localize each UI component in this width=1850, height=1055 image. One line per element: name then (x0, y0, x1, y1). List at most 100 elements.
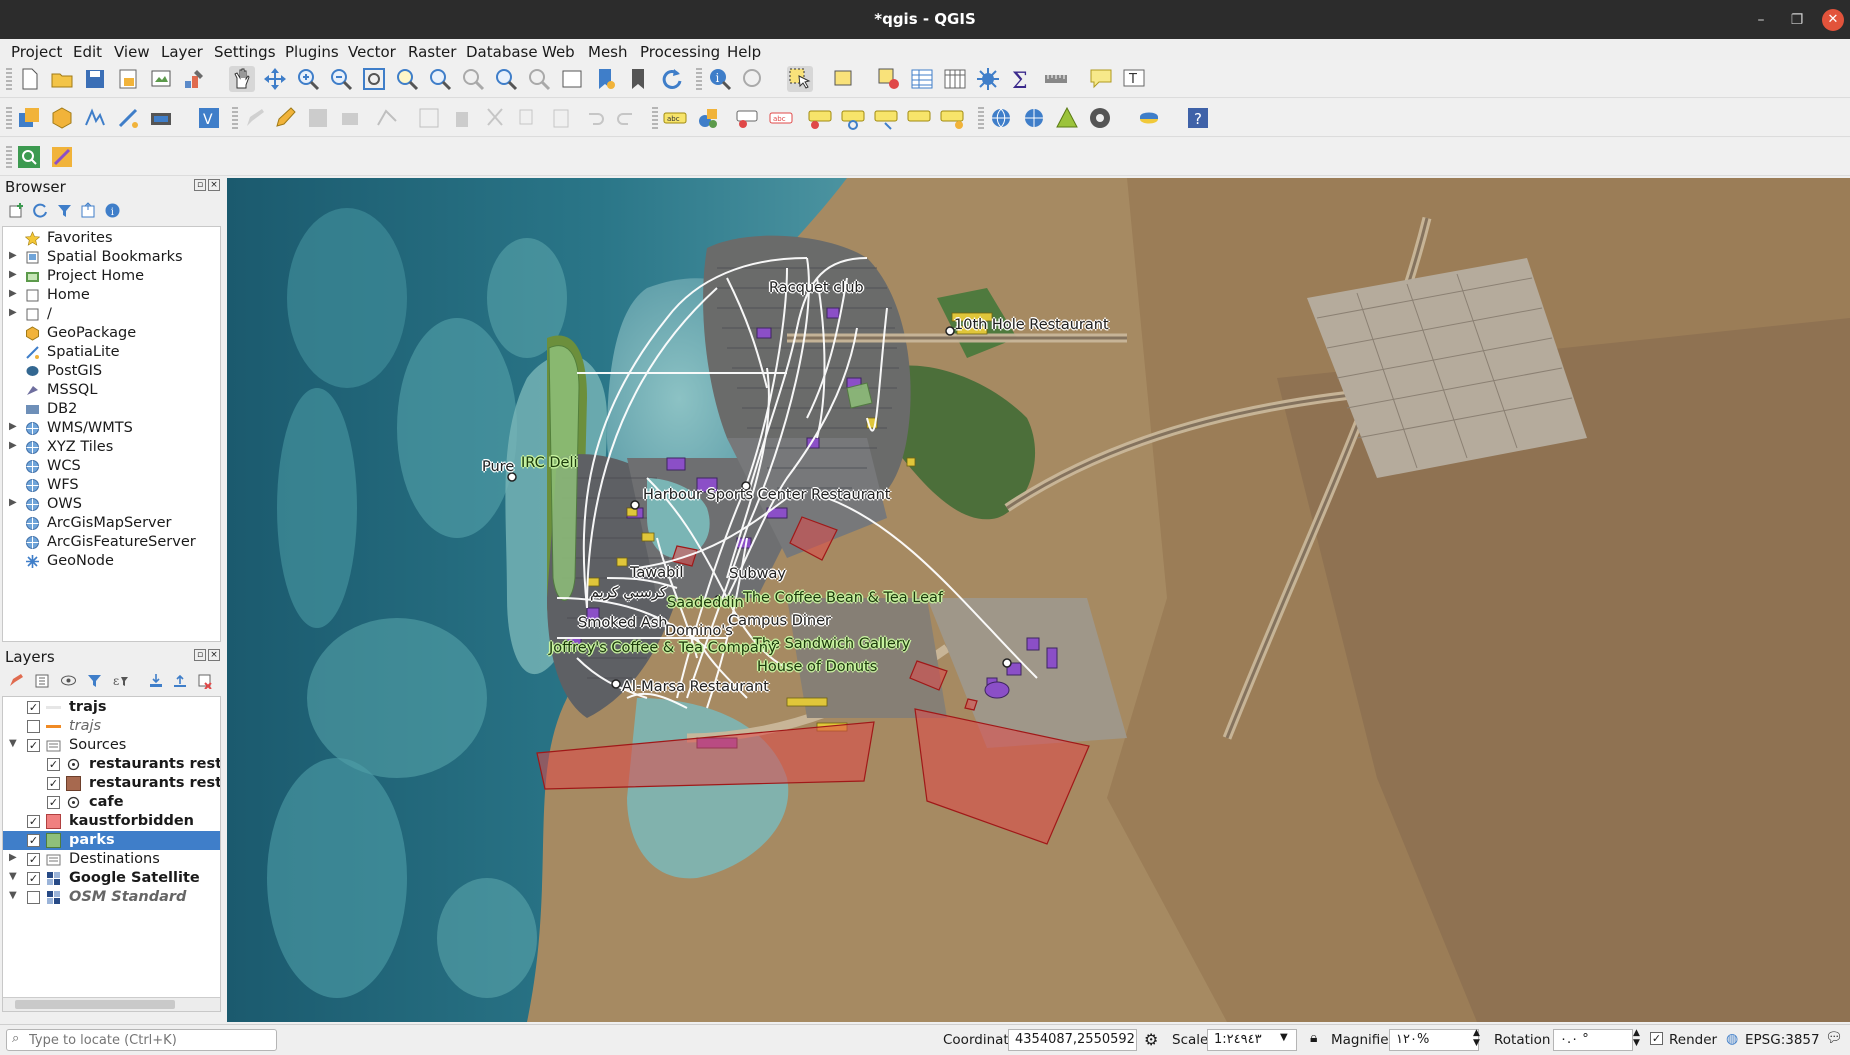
new-geopackage-icon[interactable] (49, 105, 75, 131)
layer-visibility-checkbox[interactable] (27, 891, 40, 904)
browser-item-mssql[interactable]: MSSQL (3, 381, 220, 400)
select-by-value-icon[interactable] (832, 66, 858, 92)
layer-item-restaurants-points[interactable]: ✓ restaurants restau (3, 755, 220, 774)
rotation-field[interactable]: ٠.٠ ° (1553, 1029, 1633, 1051)
toggle-extents-icon[interactable]: ⚙ (1144, 1030, 1158, 1049)
float-panel-icon[interactable]: ▫ (194, 649, 206, 661)
zoom-native-icon[interactable] (460, 66, 486, 92)
refresh-icon[interactable] (658, 66, 684, 92)
new-temp-layer-icon[interactable] (148, 105, 174, 131)
browser-item-spatial-bookmarks[interactable]: ▶ Spatial Bookmarks (3, 248, 220, 267)
add-group-icon[interactable] (34, 672, 51, 689)
crs-label[interactable]: EPSG:3857 (1745, 1032, 1820, 1048)
menu-view[interactable]: View (114, 43, 150, 61)
zoom-in-icon[interactable] (295, 66, 321, 92)
expand-arrow-icon[interactable]: ▶ (9, 497, 17, 508)
layer-item-google-satellite[interactable]: ▼ ✓ Google Satellite (3, 869, 220, 888)
wfs-globe-icon[interactable] (1021, 105, 1047, 131)
layer-item-trajs-hidden[interactable]: trajs (3, 717, 220, 736)
text-annotation-icon[interactable]: T (1121, 66, 1147, 92)
layer-item-kaustforbidden[interactable]: ✓ kaustforbidden (3, 812, 220, 831)
refresh-browser-icon[interactable] (32, 202, 49, 219)
browser-item-root[interactable]: ▶ / (3, 305, 220, 324)
coordinate-field[interactable]: 4354087,2550592 (1008, 1029, 1137, 1051)
expand-arrow-icon[interactable]: ▶ (9, 307, 17, 318)
close-panel-icon[interactable]: × (208, 649, 220, 661)
locator-search-icon[interactable] (16, 144, 42, 170)
browser-item-arcgis-map-server[interactable]: ArcGisMapServer (3, 514, 220, 533)
browser-item-arcgis-feature-server[interactable]: ArcGisFeatureServer (3, 533, 220, 552)
layer-group-sources[interactable]: ▼ ✓ Sources (3, 736, 220, 755)
layer-item-parks[interactable]: ✓ parks (3, 831, 220, 850)
layers-horizontal-scrollbar[interactable] (3, 997, 220, 1011)
browser-item-spatialite[interactable]: SpatiaLite (3, 343, 220, 362)
data-source-manager-icon[interactable] (16, 105, 42, 131)
new-shapefile-icon[interactable] (82, 105, 108, 131)
copy-features-icon[interactable] (515, 105, 541, 131)
menu-edit[interactable]: Edit (73, 43, 102, 61)
label-settings-icon[interactable] (939, 105, 965, 131)
browser-item-ows[interactable]: ▶ OWS (3, 495, 220, 514)
close-panel-icon[interactable]: × (208, 179, 220, 191)
layer-visibility-checkbox[interactable]: ✓ (47, 777, 60, 790)
show-hide-labels-icon[interactable]: abc (768, 105, 794, 131)
browser-item-geopackage[interactable]: GeoPackage (3, 324, 220, 343)
layer-item-cafe[interactable]: ✓ cafe (3, 793, 220, 812)
expand-arrow-icon[interactable]: ▶ (9, 421, 17, 432)
menu-project[interactable]: Project (11, 43, 62, 61)
filter-expression-icon[interactable]: ε (112, 672, 129, 689)
lock-scale-icon[interactable]: 🔒︎ (1310, 1030, 1317, 1046)
scale-dropdown-icon[interactable]: ▼ (1280, 1032, 1288, 1043)
filter-browser-icon[interactable] (56, 202, 73, 219)
manage-themes-icon[interactable] (60, 672, 77, 689)
browser-item-wms-wmts[interactable]: ▶ WMS/WMTS (3, 419, 220, 438)
locator-input[interactable] (29, 1031, 269, 1049)
field-calculator-icon[interactable] (942, 66, 968, 92)
run-action-icon[interactable] (740, 66, 766, 92)
zoom-out-icon[interactable] (328, 66, 354, 92)
gps-tools-icon[interactable] (1087, 105, 1113, 131)
save-as-icon[interactable] (115, 66, 141, 92)
change-label-icon[interactable] (873, 105, 899, 131)
crs-globe-icon[interactable]: ◍ (1726, 1031, 1738, 1047)
delete-selected-icon[interactable] (449, 105, 475, 131)
add-feature-icon[interactable] (338, 105, 364, 131)
browser-item-wcs[interactable]: WCS (3, 457, 220, 476)
select-features-icon[interactable] (787, 66, 813, 92)
expand-arrow-icon[interactable]: ▼ (9, 871, 17, 882)
move-label-icon[interactable] (807, 105, 833, 131)
zoom-full-icon[interactable] (361, 66, 387, 92)
float-panel-icon[interactable]: ▫ (194, 179, 206, 191)
collapse-all-icon[interactable] (80, 202, 97, 219)
label-tool-icon[interactable]: abc (662, 105, 688, 131)
layer-group-destinations[interactable]: ▶ ✓ Destinations (3, 850, 220, 869)
browser-item-home[interactable]: ▶ Home (3, 286, 220, 305)
attribute-table-icon[interactable] (909, 66, 935, 92)
render-checkbox[interactable]: ✓ (1650, 1032, 1663, 1045)
collapse-all-icon[interactable] (172, 672, 189, 689)
expand-arrow-icon[interactable]: ▶ (9, 852, 17, 863)
menu-web[interactable]: Web (542, 43, 575, 61)
identify-icon[interactable]: i (707, 66, 733, 92)
expand-all-icon[interactable] (148, 672, 165, 689)
layer-visibility-checkbox[interactable]: ✓ (47, 796, 60, 809)
expand-arrow-icon[interactable]: ▶ (9, 440, 17, 451)
add-selected-layer-icon[interactable] (8, 202, 25, 219)
expand-arrow-icon[interactable]: ▼ (9, 890, 17, 901)
expand-arrow-icon[interactable]: ▶ (9, 269, 17, 280)
save-project-icon[interactable] (82, 66, 108, 92)
browser-item-project-home[interactable]: ▶ Project Home (3, 267, 220, 286)
magnifier-field[interactable]: ١٢٠% (1389, 1029, 1479, 1051)
open-project-icon[interactable] (49, 66, 75, 92)
menu-mesh[interactable]: Mesh (588, 43, 628, 61)
current-edits-icon[interactable] (242, 105, 268, 131)
layer-visibility-checkbox[interactable] (27, 720, 40, 733)
layer-item-trajs[interactable]: ✓ trajs (3, 698, 220, 717)
python-console-icon[interactable] (1136, 105, 1162, 131)
layer-item-osm-standard[interactable]: ▼ OSM Standard (3, 888, 220, 907)
remove-layer-icon[interactable] (196, 672, 213, 690)
layer-visibility-checkbox[interactable]: ✓ (27, 815, 40, 828)
expand-arrow-icon[interactable]: ▶ (9, 288, 17, 299)
map-canvas[interactable]: Racquet club 10th Hole Restaurant Pure I… (227, 178, 1850, 1022)
browser-item-xyz-tiles[interactable]: ▶ XYZ Tiles (3, 438, 220, 457)
